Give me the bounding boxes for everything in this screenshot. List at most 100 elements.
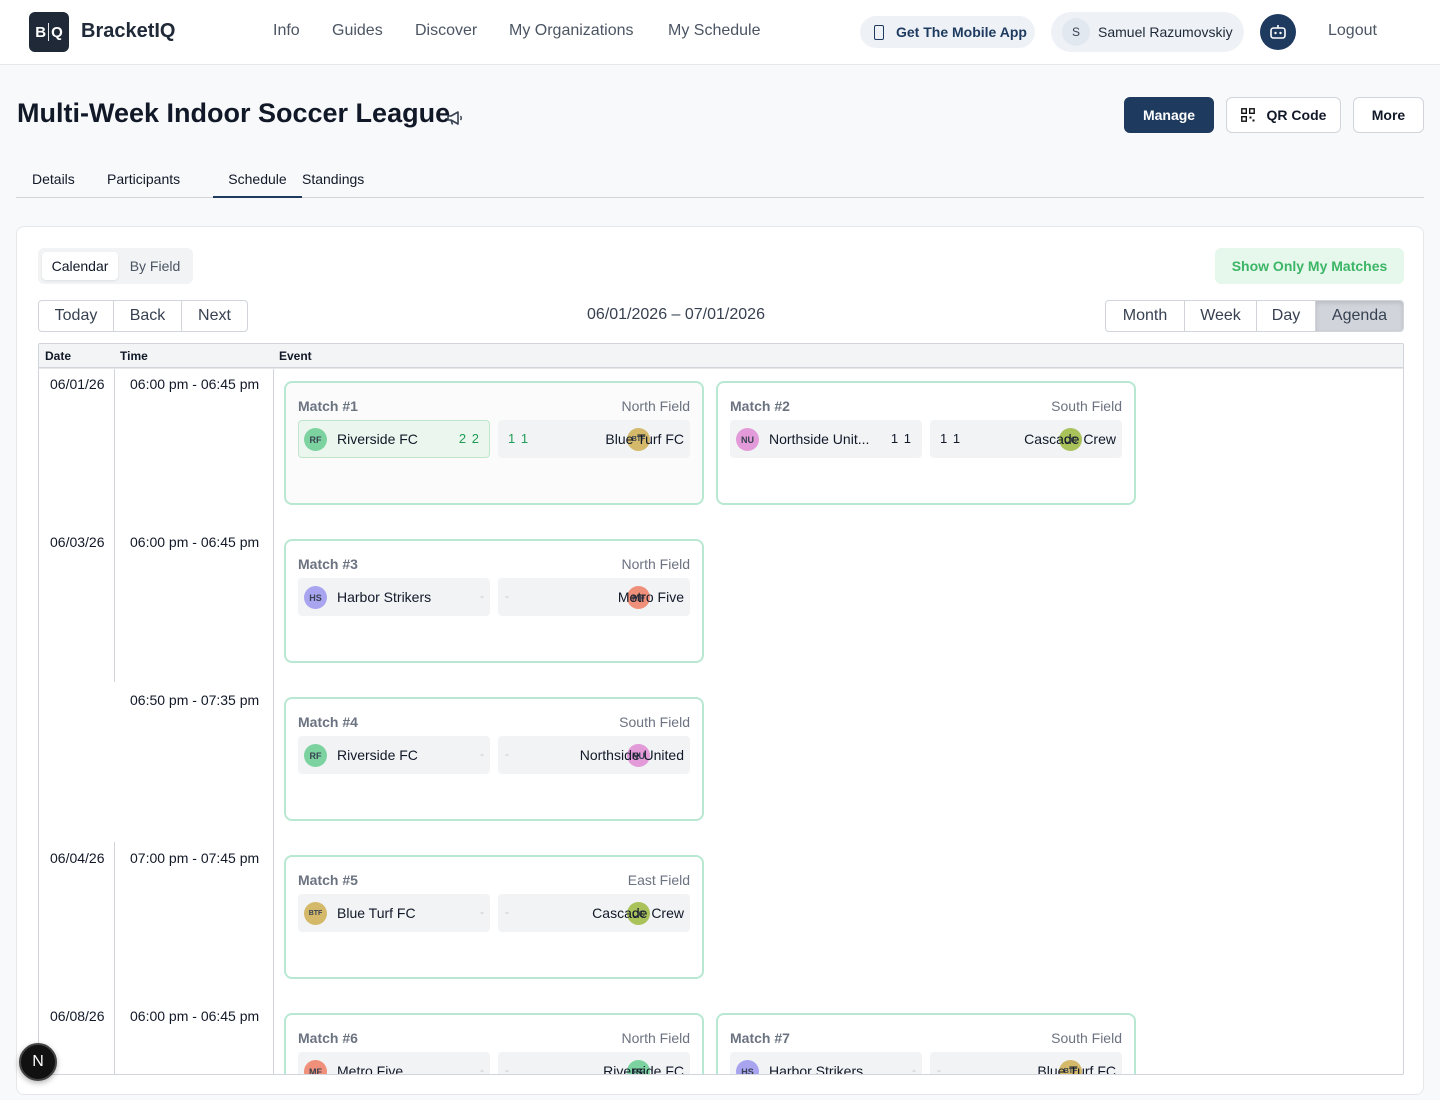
away-team[interactable]: NU Northside United - bbox=[498, 736, 690, 774]
team-score: - bbox=[505, 747, 509, 761]
team-score: 1 1 bbox=[890, 431, 912, 446]
team-badge: MF bbox=[304, 1060, 327, 1074]
avatar: S bbox=[1062, 18, 1090, 46]
team-score: 1 1 bbox=[508, 431, 530, 446]
column-header-event: Event bbox=[279, 349, 312, 363]
get-mobile-app-button[interactable]: Get The Mobile App bbox=[860, 16, 1035, 48]
tab-standings[interactable]: Standings bbox=[302, 171, 364, 187]
team-score: - bbox=[912, 1063, 916, 1075]
more-button[interactable]: More bbox=[1353, 97, 1424, 133]
home-team[interactable]: RF Riverside FC 2 2 bbox=[298, 420, 490, 458]
view-day-button[interactable]: Day bbox=[1257, 301, 1316, 331]
home-team[interactable]: MF Metro Five - bbox=[298, 1052, 490, 1075]
date-column-divider bbox=[114, 368, 115, 682]
team-name: Cascade Crew bbox=[1024, 431, 1116, 447]
tab-participants[interactable]: Participants bbox=[107, 171, 180, 187]
row-date: 06/03/26 bbox=[50, 534, 105, 550]
by-field-view-toggle[interactable]: By Field bbox=[122, 252, 188, 280]
team-badge: BTF bbox=[304, 902, 327, 925]
qr-code-label: QR Code bbox=[1266, 107, 1327, 123]
match-title: Match #6 bbox=[298, 1030, 358, 1046]
view-week-button[interactable]: Week bbox=[1185, 301, 1257, 331]
match-field: South Field bbox=[619, 714, 690, 730]
match-card[interactable]: Match #2 South Field NU Northside Unit..… bbox=[716, 381, 1136, 505]
view-agenda-button[interactable]: Agenda bbox=[1316, 301, 1403, 331]
nav-my-organizations[interactable]: My Organizations bbox=[509, 22, 634, 40]
next-devtools-button[interactable]: N bbox=[19, 1043, 57, 1081]
match-field: South Field bbox=[1051, 398, 1122, 414]
date-column-divider bbox=[114, 842, 115, 1074]
match-field: South Field bbox=[1051, 1030, 1122, 1046]
nav-guides[interactable]: Guides bbox=[332, 22, 383, 40]
away-team[interactable]: BTF Blue Turf FC - bbox=[930, 1052, 1122, 1075]
calendar-view-switcher: Month Week Day Agenda bbox=[1105, 300, 1404, 332]
team-score: - bbox=[480, 1063, 484, 1075]
tab-details[interactable]: Details bbox=[32, 171, 75, 187]
team-name: Blue Turf FC bbox=[605, 431, 684, 447]
team-score: - bbox=[505, 905, 509, 919]
match-card[interactable]: Match #3 North Field HS Harbor Strikers … bbox=[284, 539, 704, 663]
row-date: 06/01/26 bbox=[50, 376, 105, 392]
match-title: Match #2 bbox=[730, 398, 790, 414]
user-menu[interactable]: S Samuel Razumovskiy bbox=[1051, 12, 1244, 52]
row-divider bbox=[39, 368, 1403, 369]
logout-link[interactable]: Logout bbox=[1328, 22, 1377, 40]
team-score: - bbox=[480, 589, 484, 603]
tab-schedule[interactable]: Schedule bbox=[213, 171, 302, 187]
calendar-view-toggle[interactable]: Calendar bbox=[42, 252, 118, 280]
match-card[interactable]: Match #1 North Field RF Riverside FC 2 2… bbox=[284, 381, 704, 505]
qr-code-button[interactable]: QR Code bbox=[1226, 97, 1341, 133]
manage-button[interactable]: Manage bbox=[1124, 97, 1214, 133]
row-time: 07:00 pm - 07:45 pm bbox=[130, 850, 260, 866]
away-team[interactable]: BTF Blue Turf FC 1 1 bbox=[498, 420, 690, 458]
brand-name[interactable]: BracketIQ bbox=[81, 20, 176, 43]
nav-info[interactable]: Info bbox=[273, 22, 300, 40]
team-score: - bbox=[505, 1063, 509, 1075]
home-team[interactable]: BTF Blue Turf FC - bbox=[298, 894, 490, 932]
column-header-date: Date bbox=[45, 349, 72, 363]
show-only-my-matches-button[interactable]: Show Only My Matches bbox=[1215, 248, 1404, 284]
megaphone-icon[interactable] bbox=[446, 110, 464, 126]
agenda-header: Date Time Event bbox=[39, 344, 1403, 368]
away-team[interactable]: MF Metro Five - bbox=[498, 578, 690, 616]
row-time: 06:00 pm - 06:45 pm bbox=[130, 376, 260, 392]
page-title: Multi-Week Indoor Soccer League bbox=[17, 98, 451, 128]
top-navbar: B Q BracketIQ Info Guides Discover My Or… bbox=[0, 0, 1440, 65]
robot-icon bbox=[1270, 25, 1286, 39]
home-team[interactable]: NU Northside Unit... 1 1 bbox=[730, 420, 922, 458]
assistant-bot-button[interactable] bbox=[1260, 14, 1296, 50]
team-badge: RF bbox=[304, 744, 327, 767]
match-card[interactable]: Match #7 South Field HS Harbor Strikers … bbox=[716, 1013, 1136, 1075]
away-team[interactable]: CC Cascade Crew 1 1 bbox=[930, 420, 1122, 458]
match-card[interactable]: Match #4 South Field RF Riverside FC - N… bbox=[284, 697, 704, 821]
team-name: Blue Turf FC bbox=[1037, 1063, 1116, 1075]
nav-my-schedule[interactable]: My Schedule bbox=[668, 22, 761, 40]
match-card[interactable]: Match #5 East Field BTF Blue Turf FC - C… bbox=[284, 855, 704, 979]
away-team[interactable]: CC Cascade Crew - bbox=[498, 894, 690, 932]
row-time: 06:50 pm - 07:35 pm bbox=[130, 692, 260, 708]
match-field: North Field bbox=[621, 1030, 690, 1046]
agenda-table: Date Time Event 06/01/26 06:00 pm - 06:4… bbox=[38, 343, 1404, 1075]
team-score: - bbox=[480, 747, 484, 761]
team-name: Cascade Crew bbox=[592, 905, 684, 921]
team-name: Metro Five bbox=[337, 1063, 404, 1075]
team-score: - bbox=[480, 905, 484, 919]
row-date: 06/04/26 bbox=[50, 850, 105, 866]
match-title: Match #3 bbox=[298, 556, 358, 572]
team-score: - bbox=[937, 1063, 941, 1075]
logo-letter-q: Q bbox=[51, 23, 63, 41]
team-name: Northside United bbox=[579, 747, 684, 763]
home-team[interactable]: HS Harbor Strikers - bbox=[730, 1052, 922, 1075]
team-score: 2 2 bbox=[458, 431, 480, 446]
team-name: Northside Unit... bbox=[769, 431, 870, 447]
nav-discover[interactable]: Discover bbox=[415, 22, 477, 40]
home-team[interactable]: HS Harbor Strikers - bbox=[298, 578, 490, 616]
user-name: Samuel Razumovskiy bbox=[1098, 24, 1233, 40]
away-team[interactable]: RF Riverside FC - bbox=[498, 1052, 690, 1075]
schedule-panel: Calendar By Field Show Only My Matches T… bbox=[16, 226, 1424, 1095]
bracketiq-logo[interactable]: B Q bbox=[29, 12, 69, 52]
match-card[interactable]: Match #6 North Field MF Metro Five - RF … bbox=[284, 1013, 704, 1075]
match-field: East Field bbox=[627, 872, 690, 888]
view-month-button[interactable]: Month bbox=[1106, 301, 1185, 331]
home-team[interactable]: RF Riverside FC - bbox=[298, 736, 490, 774]
